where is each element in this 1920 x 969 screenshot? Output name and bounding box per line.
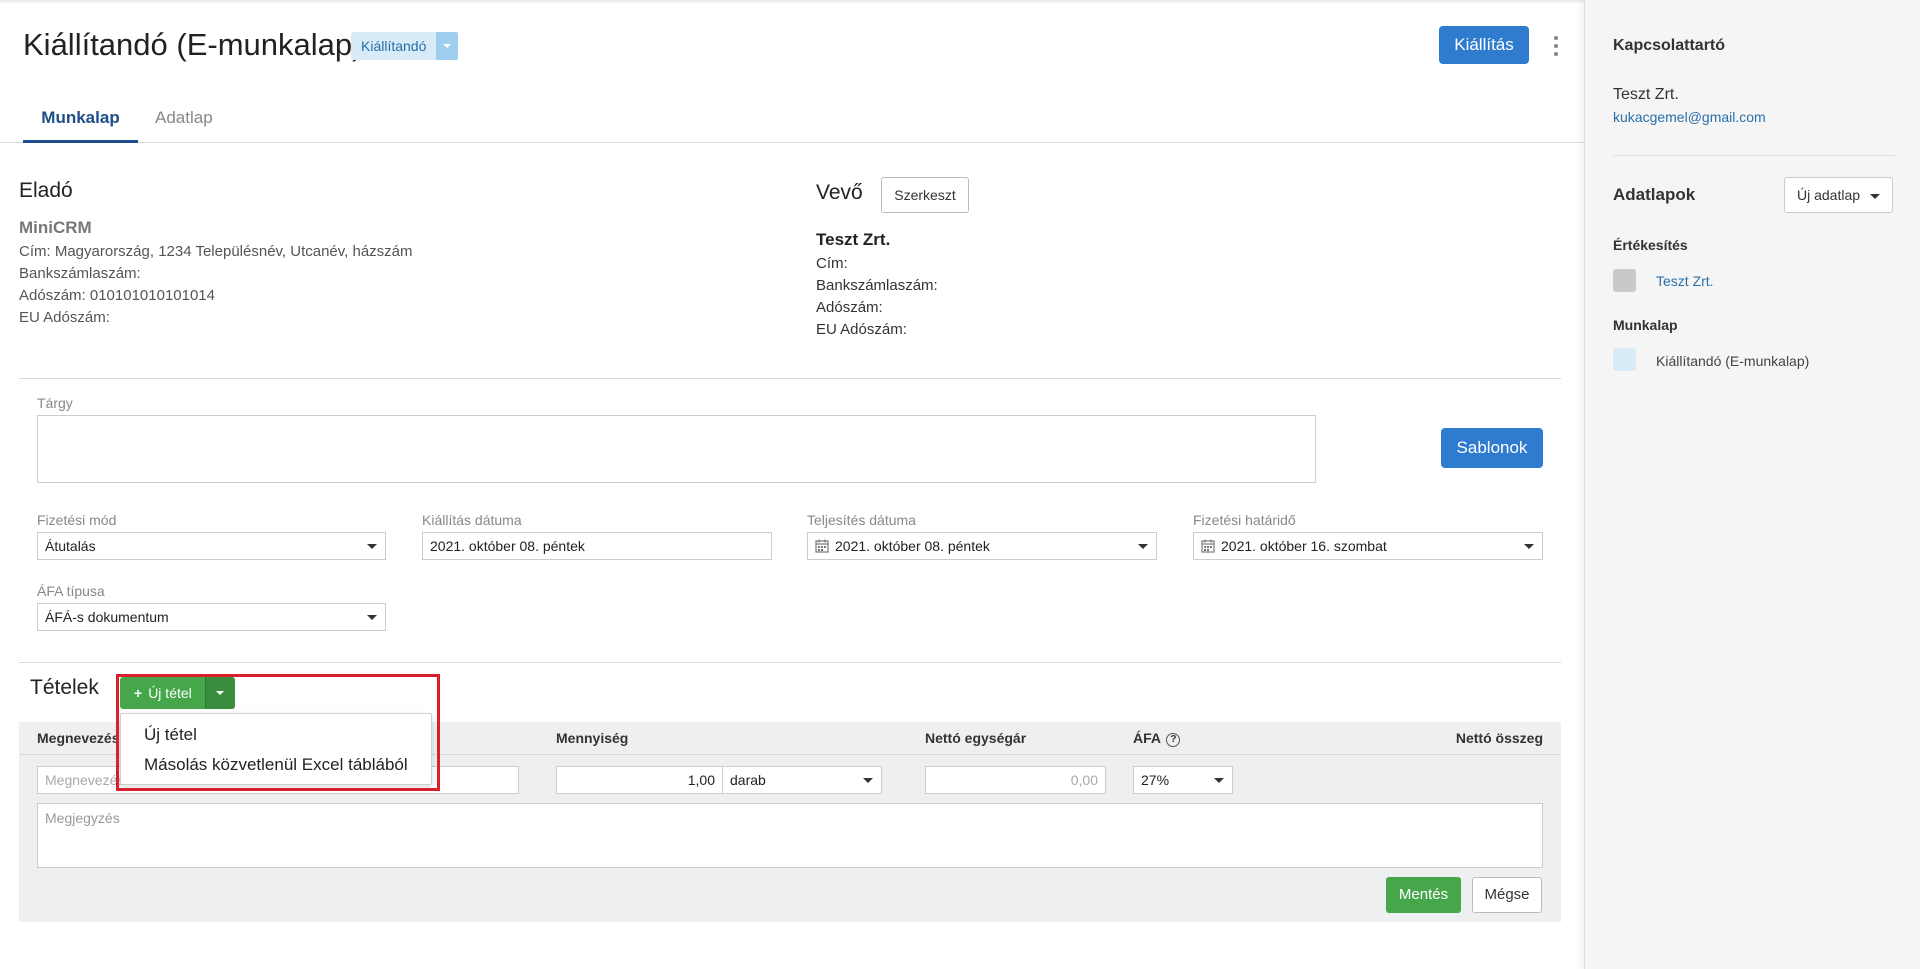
chevron-down-icon [367,544,377,549]
col-vat-label: ÁFA [1133,730,1161,746]
issue-button[interactable]: Kiállítás [1439,26,1529,64]
buyer-info: Teszt Zrt. Cím: Bankszámlaszám: Adószám:… [816,229,938,341]
chevron-down-icon[interactable] [436,32,459,60]
seller-info: MiniCRM Cím: Magyarország, 1234 Települé… [19,217,413,329]
buyer-tax: Adószám: [816,299,883,316]
new-sheet-button[interactable]: Új adatlap [1784,177,1893,213]
buyer-heading: Vevő [816,181,863,204]
seller-heading: Eladó [19,179,73,202]
buyer-company: Teszt Zrt. [816,230,891,249]
buyer-bank: Bankszámlaszám: [816,277,938,294]
chevron-down-icon [1138,544,1148,549]
divider [1613,155,1895,156]
payment-deadline-label: Fizetési határidő [1193,512,1296,528]
payment-method-select[interactable]: Átutalás [37,532,386,560]
worksheet-label: Munkalap [1613,317,1678,333]
chevron-down-icon [863,778,873,783]
unit-select[interactable]: darab [722,766,882,794]
chevron-down-icon [367,615,377,620]
status-tag-label: Kiállítandó [361,38,427,54]
unit-price-input[interactable]: 0,00 [925,766,1106,794]
fulfillment-date-label: Teljesítés dátuma [807,512,916,528]
buyer-address: Cím: [816,255,848,272]
main-content: Kiállítandó (E-munkalap) Kiállítandó Kiá… [0,0,1584,969]
save-button[interactable]: Mentés [1386,877,1461,913]
seller-address: Cím: Magyarország, 1234 Településnév, Ut… [19,243,413,260]
col-quantity: Mennyiség [556,730,629,746]
seller-company: MiniCRM [19,218,92,237]
right-sidebar: Kapcsolattartó Teszt Zrt. kukacgemel@gma… [1584,0,1920,969]
calendar-icon [1201,539,1215,553]
payment-method-label: Fizetési mód [37,512,117,528]
fulfillment-date-select[interactable]: 2021. október 08. péntek [807,532,1157,560]
col-unit-price: Nettó egységár [925,730,1027,746]
seller-bank: Bankszámlaszám: [19,265,141,282]
templates-button[interactable]: Sablonok [1441,428,1543,468]
vat-select[interactable]: 27% [1133,766,1233,794]
tab-adatlap[interactable]: Adatlap [155,108,213,128]
highlight-box [116,674,440,791]
page-title: Kiállítandó (E-munkalap) [23,27,363,62]
tab-bar: Munkalap Adatlap [0,96,1584,143]
vat-type-label: ÁFA típusa [37,583,105,599]
sales-swatch [1613,269,1636,292]
seller-tax: Adószám: 010101010101014 [19,287,215,304]
subject-label: Tárgy [37,395,73,411]
contact-name: Teszt Zrt. [1613,86,1679,103]
issue-date-label: Kiállítás dátuma [422,512,522,528]
divider [19,662,1561,663]
divider [19,378,1561,379]
col-net-total: Nettó összeg [1455,730,1543,746]
seller-eu-tax: EU Adószám: [19,309,110,326]
issue-date-field[interactable]: 2021. október 08. péntek [422,532,772,560]
sales-item-link[interactable]: Teszt Zrt. [1656,273,1714,289]
worksheet-swatch [1613,348,1636,371]
status-tag[interactable]: Kiállítandó [351,32,459,60]
worksheet-item[interactable]: Kiállítandó (E-munkalap) [1656,353,1809,369]
fulfillment-date-value: 2021. október 08. péntek [835,538,990,554]
sheets-title: Adatlapok [1613,185,1696,204]
help-icon[interactable]: ? [1166,733,1181,747]
payment-method-value: Átutalás [45,538,96,554]
issue-date-value: 2021. október 08. péntek [430,538,585,554]
tab-munkalap[interactable]: Munkalap [23,108,138,143]
edit-buyer-button[interactable]: Szerkeszt [881,177,969,213]
vat-value: 27% [1141,772,1170,788]
chevron-down-icon [1524,544,1534,549]
vat-type-select[interactable]: ÁFÁ-s dokumentum [37,603,386,631]
sales-label: Értékesítés [1613,237,1688,253]
contact-title: Kapcsolattartó [1613,37,1726,54]
payment-deadline-value: 2021. október 16. szombat [1221,538,1387,554]
payment-deadline-select[interactable]: 2021. október 16. szombat [1193,532,1543,560]
quantity-input[interactable]: 1,00 [556,766,723,794]
calendar-icon [815,539,829,553]
buyer-eu-tax: EU Adószám: [816,321,907,338]
items-heading: Tételek [30,676,99,699]
col-name: Megnevezés [37,730,120,746]
contact-email-link[interactable]: kukacgemel@gmail.com [1613,109,1766,125]
vat-type-value: ÁFÁ-s dokumentum [45,609,169,625]
cancel-button[interactable]: Mégse [1472,877,1542,913]
subject-textarea[interactable] [37,415,1316,483]
col-vat: ÁFA ? [1133,730,1181,747]
note-textarea[interactable]: Megjegyzés [37,803,1543,868]
more-options-icon[interactable] [1548,34,1564,58]
chevron-down-icon [1214,778,1224,783]
unit-value: darab [730,772,766,788]
